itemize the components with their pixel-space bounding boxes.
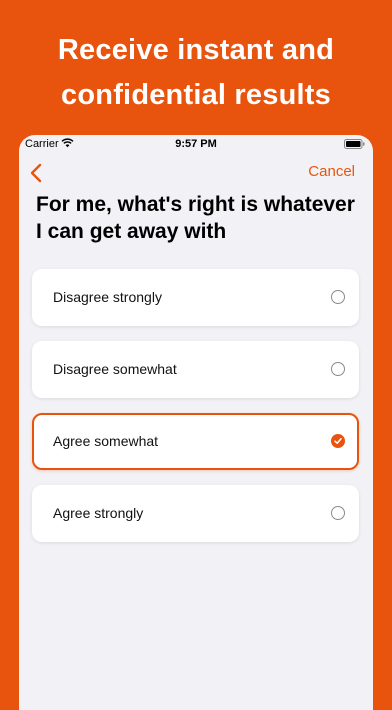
question-title: For me, what's right is whatever I can g…: [36, 193, 355, 243]
option-disagree-strongly[interactable]: Disagree strongly: [32, 269, 359, 326]
cancel-button[interactable]: Cancel: [308, 163, 355, 180]
promo-headline-line-2: confidential results: [61, 79, 331, 111]
option-label: Disagree somewhat: [53, 361, 177, 377]
option-agree-strongly[interactable]: Agree strongly: [32, 485, 359, 542]
option-disagree-somewhat[interactable]: Disagree somewhat: [32, 341, 359, 398]
radio-unselected-icon: [331, 290, 345, 304]
promo-headline: Receive instant and confidential results: [0, 28, 392, 118]
option-label: Disagree strongly: [53, 289, 162, 305]
answer-options: Disagree strongly Disagree somewhat Agre…: [32, 269, 359, 557]
phone-screen: Carrier 9:57 PM Cancel For me, what's ri…: [19, 135, 373, 710]
option-label: Agree somewhat: [53, 433, 159, 449]
battery-icon: [344, 139, 365, 149]
promo-headline-line-1: Receive instant and: [57, 34, 335, 66]
status-bar: Carrier 9:57 PM: [19, 135, 373, 155]
status-time: 9:57 PM: [175, 138, 217, 150]
radio-selected-icon: [331, 434, 345, 448]
radio-unselected-icon: [331, 362, 345, 376]
option-label: Agree strongly: [53, 505, 144, 521]
chevron-left-icon[interactable]: [27, 161, 47, 185]
navigation-bar: Cancel: [19, 157, 373, 189]
option-agree-somewhat[interactable]: Agree somewhat: [32, 413, 359, 470]
checkmark-icon: [334, 438, 342, 444]
radio-unselected-icon: [331, 506, 345, 520]
